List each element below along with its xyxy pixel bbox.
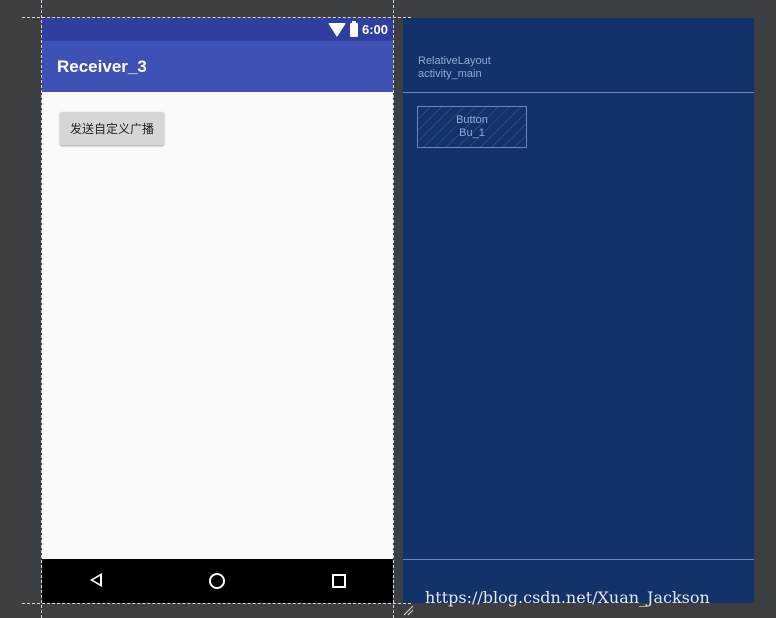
watermark: https://blog.csdn.net/Xuan_Jackson bbox=[425, 588, 710, 607]
battery-icon bbox=[349, 20, 358, 37]
layout-type: RelativeLayout bbox=[418, 55, 491, 67]
blueprint-button-id: Bu_1 bbox=[459, 127, 485, 139]
back-icon[interactable] bbox=[90, 573, 102, 587]
blueprint-view[interactable]: RelativeLayout activity_main Button Bu_1 bbox=[403, 18, 754, 603]
app-title: Receiver_3 bbox=[57, 57, 147, 76]
blueprint-button[interactable]: Button Bu_1 bbox=[417, 106, 527, 148]
send-custom-broadcast-button[interactable]: 发送自定义广播 bbox=[60, 112, 164, 145]
blueprint-button-type: Button bbox=[456, 114, 488, 126]
blueprint-layout-label: RelativeLayout activity_main bbox=[418, 55, 491, 81]
navigation-bar bbox=[42, 559, 393, 603]
status-bar: 6:00 bbox=[42, 18, 393, 41]
layout-id: activity_main bbox=[418, 68, 482, 80]
wifi-icon bbox=[327, 22, 346, 37]
guide-right bbox=[393, 0, 394, 618]
home-icon[interactable] bbox=[209, 573, 225, 589]
status-time: 6:00 bbox=[361, 22, 388, 37]
app-bar: Receiver_3 bbox=[42, 41, 393, 92]
design-preview[interactable]: 6:00 Receiver_3 发送自定义广播 bbox=[42, 18, 393, 603]
blueprint-divider-bottom bbox=[403, 559, 754, 560]
recents-icon[interactable] bbox=[332, 574, 346, 588]
guide-bottom bbox=[22, 603, 411, 604]
resize-handle-icon[interactable] bbox=[402, 604, 414, 616]
blueprint-divider-top bbox=[403, 92, 754, 93]
